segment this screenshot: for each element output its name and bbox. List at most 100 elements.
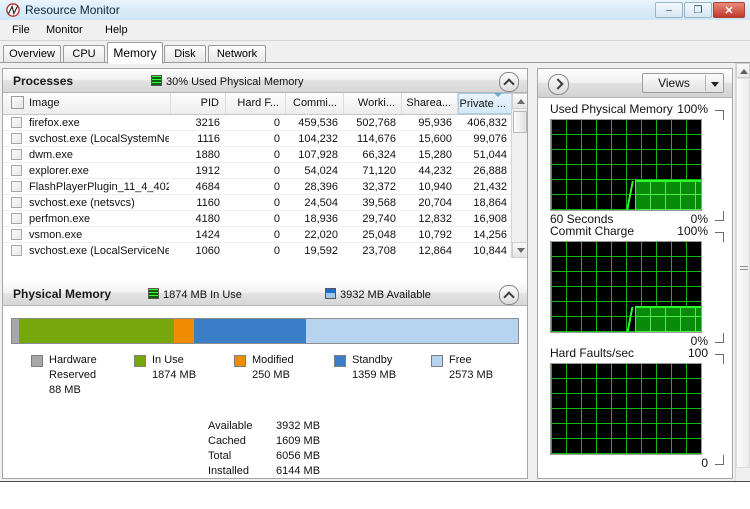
cell-hard-faults: 0: [273, 181, 280, 193]
row-checkbox[interactable]: [11, 133, 22, 144]
cell-image: explorer.exe: [29, 165, 89, 177]
row-checkbox[interactable]: [11, 117, 22, 128]
cell-pid: 1060: [195, 245, 220, 257]
cell-shareable: 20,704: [418, 197, 452, 209]
cell-commit: 24,504: [304, 197, 338, 209]
physical-memory-available-text: 3932 MB Available: [340, 289, 431, 301]
graph-bracket-bottom: [715, 211, 724, 221]
legend-swatch-free: [431, 355, 443, 367]
scrollbar-thumb[interactable]: [513, 111, 527, 133]
graph-bracket-bottom: [715, 333, 724, 343]
column-header-commit[interactable]: Commi...: [286, 93, 344, 114]
row-checkbox[interactable]: [11, 165, 22, 176]
table-row[interactable]: vsmon.exe 1424 0 22,020 25,048 10,792 14…: [3, 227, 513, 243]
column-header-pid[interactable]: PID: [171, 93, 226, 114]
memory-segment-in-use: [19, 319, 174, 343]
select-all-checkbox[interactable]: [11, 96, 24, 109]
tab-overview[interactable]: Overview: [3, 45, 61, 63]
graph-title-used-physical-memory: Used Physical Memory: [550, 102, 673, 116]
cell-image: vsmon.exe: [29, 229, 83, 241]
scroll-up-arrow-icon[interactable]: [736, 63, 750, 78]
column-header-image[interactable]: Image: [3, 93, 171, 114]
physical-memory-available-status: 3932 MB Available: [325, 288, 431, 301]
summary-key-available: Available: [208, 420, 253, 432]
cell-hard-faults: 0: [273, 213, 280, 225]
window-vertical-scrollbar[interactable]: [735, 63, 750, 481]
graph-bracket-top: [715, 354, 724, 364]
minimize-button[interactable]: –: [655, 2, 683, 18]
cell-pid: 4684: [195, 181, 220, 193]
cell-hard-faults: 0: [273, 229, 280, 241]
table-row[interactable]: explorer.exe 1912 0 54,024 71,120 44,232…: [3, 163, 513, 179]
row-checkbox[interactable]: [11, 245, 22, 256]
column-header-private[interactable]: Private ...: [458, 93, 513, 114]
processes-column-header-row: Image PID Hard F... Commi... Worki... Sh…: [3, 93, 513, 115]
cell-commit: 22,020: [304, 229, 338, 241]
physical-memory-collapse-icon[interactable]: [499, 285, 519, 305]
maximize-button[interactable]: ❐: [684, 2, 712, 18]
cell-pid: 1424: [195, 229, 220, 241]
cell-commit: 54,024: [304, 165, 338, 177]
scroll-up-arrow-icon[interactable]: [512, 93, 527, 109]
left-pane: Processes 30% Used Physical Memory Image…: [2, 68, 528, 479]
processes-collapse-icon[interactable]: [499, 72, 519, 92]
cell-private: 14,256: [473, 229, 507, 241]
green-graph-swatch-icon: [151, 75, 162, 86]
row-checkbox[interactable]: [11, 197, 22, 208]
cell-private: 99,076: [473, 133, 507, 145]
graph-canvas-used-physical-memory: [550, 119, 702, 211]
legend-swatch-standby: [334, 355, 346, 367]
memory-legend: Hardware Reserved 88 MB In Use 1874 MB M…: [31, 354, 527, 402]
scrollbar-thumb[interactable]: [736, 78, 750, 468]
tab-cpu[interactable]: CPU: [63, 45, 105, 63]
views-button[interactable]: Views: [642, 73, 724, 93]
views-button-divider: [705, 75, 706, 91]
cell-shareable: 44,232: [418, 165, 452, 177]
tab-network[interactable]: Network: [208, 45, 266, 63]
tab-memory[interactable]: Memory: [107, 42, 163, 64]
cell-hard-faults: 0: [273, 149, 280, 161]
row-checkbox[interactable]: [11, 213, 22, 224]
summary-value-installed: 6144 MB: [276, 465, 321, 477]
row-checkbox[interactable]: [11, 149, 22, 160]
legend-value-hardware-reserved: 88 MB: [49, 384, 81, 396]
menu-monitor[interactable]: Monitor: [40, 23, 89, 37]
table-row[interactable]: svchost.exe (LocalServiceNet... 1060 0 1…: [3, 243, 513, 258]
processes-title: Processes: [13, 74, 74, 88]
table-row[interactable]: dwm.exe 1880 0 107,928 66,324 15,280 51,…: [3, 147, 513, 163]
close-button[interactable]: ✕: [713, 2, 745, 18]
menu-help[interactable]: Help: [99, 23, 134, 37]
chevron-right-icon[interactable]: [548, 74, 569, 95]
table-row[interactable]: firefox.exe 3216 0 459,536 502,768 95,93…: [3, 115, 513, 131]
legend-label-free: Free: [449, 354, 472, 366]
scroll-down-arrow-icon[interactable]: [512, 242, 527, 258]
menu-file[interactable]: File: [6, 23, 36, 37]
tab-disk[interactable]: Disk: [164, 45, 206, 63]
processes-vertical-scrollbar[interactable]: [511, 93, 527, 258]
row-checkbox[interactable]: [11, 229, 22, 240]
legend-label2-hardware-reserved: Reserved: [49, 369, 97, 381]
row-checkbox[interactable]: [11, 181, 22, 192]
title-bar[interactable]: Resource Monitor – ❐ ✕: [0, 0, 750, 21]
graph-canvas-commit-charge: [550, 241, 702, 333]
column-header-working-set[interactable]: Worki...: [344, 93, 402, 114]
graph-panel: Views Used Physical Memory 100% 60 Secon…: [537, 68, 733, 479]
column-header-hard-faults[interactable]: Hard F...: [226, 93, 286, 114]
summary-value-available: 3932 MB: [276, 420, 321, 432]
physical-memory-section-header[interactable]: Physical Memory 1874 MB In Use 3932 MB A…: [3, 282, 527, 306]
legend-value-modified: 250 MB: [252, 369, 290, 381]
cell-commit: 19,592: [304, 245, 338, 257]
column-header-image-label: Image: [29, 97, 60, 109]
summary-value-cached: 1609 MB: [276, 435, 321, 447]
summary-row-cached: Cached 1609 MB: [208, 435, 408, 450]
cell-commit: 104,232: [298, 133, 338, 145]
column-header-shareable[interactable]: Sharea...: [402, 93, 458, 114]
table-row[interactable]: svchost.exe (LocalSystemNet... 1116 0 10…: [3, 131, 513, 147]
table-row[interactable]: FlashPlayerPlugin_11_4_402... 4684 0 28,…: [3, 179, 513, 195]
summary-key-total: Total: [208, 450, 232, 462]
legend-swatch-modified: [234, 355, 246, 367]
cell-pid: 1160: [196, 197, 220, 209]
table-row[interactable]: perfmon.exe 4180 0 18,936 29,740 12,832 …: [3, 211, 513, 227]
processes-section-header[interactable]: Processes 30% Used Physical Memory: [3, 69, 527, 93]
table-row[interactable]: svchost.exe (netsvcs) 1160 0 24,504 39,5…: [3, 195, 513, 211]
